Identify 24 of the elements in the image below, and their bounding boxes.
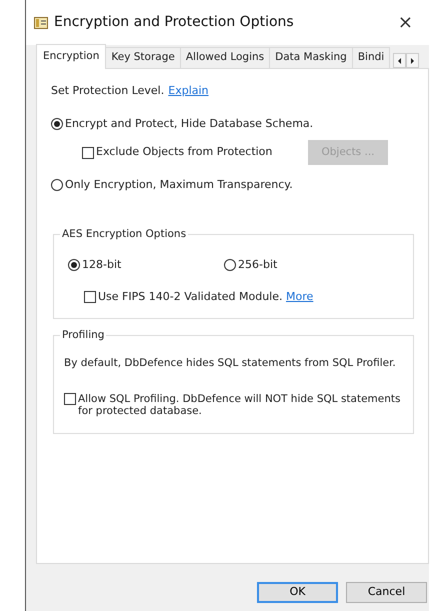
fips-checkbox[interactable]: Use FIPS 140-2 Validated Module. More xyxy=(64,289,403,306)
protection-radio[interactable]: Only Encryption, Maximum Transparency. xyxy=(51,177,414,194)
more-link[interactable]: More xyxy=(286,290,314,303)
protection-radio[interactable]: Encrypt and Protect, Hide Database Schema. xyxy=(51,116,414,132)
tab[interactable]: Bindi xyxy=(352,47,390,68)
tab[interactable]: Encryption xyxy=(36,44,106,69)
bit-radio[interactable]: 128-bit xyxy=(64,256,224,273)
group-title: AES Encryption Options xyxy=(60,226,188,242)
protection-label: Set Protection Level. xyxy=(51,83,164,99)
bit-radio[interactable]: 256-bit xyxy=(224,256,278,273)
window-title: Encryption and Protection Options xyxy=(54,13,295,32)
ok-button[interactable]: OK xyxy=(257,582,338,603)
close-button[interactable]: × xyxy=(398,14,413,32)
allow-profiling-checkbox[interactable]: Allow SQL Profiling. DbDefence will NOT hide SQL statements for protected database. xyxy=(64,393,403,418)
exclude-checkbox[interactable]: Exclude Objects from Protection xyxy=(82,144,272,161)
group-title: Profiling xyxy=(60,328,106,344)
caret-right-icon xyxy=(410,56,415,64)
profiling-description: By default, DbDefence hides SQL statements from SQL Profiler. xyxy=(64,356,397,370)
scroll-right-button[interactable] xyxy=(406,53,419,68)
app-icon xyxy=(34,16,48,29)
explain-link[interactable]: Explain xyxy=(168,83,209,100)
caret-left-icon xyxy=(397,56,402,64)
scroll-left-button[interactable] xyxy=(393,53,406,68)
cancel-button[interactable]: Cancel xyxy=(346,582,427,603)
